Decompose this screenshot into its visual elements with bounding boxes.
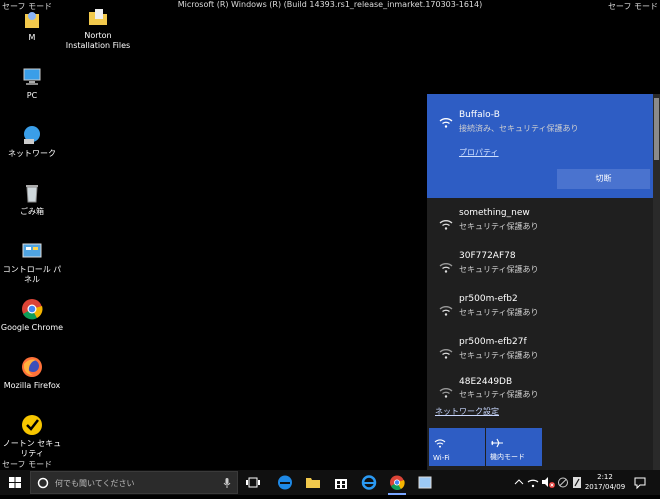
network-name: something_new (459, 208, 530, 218)
network-list-item[interactable]: 30F772AF78 セキュリティ保護あり (427, 243, 653, 285)
airplane-mode-quick-action-label: 機内モード (490, 453, 525, 461)
airplane-mode-quick-action-button[interactable]: 機内モード (486, 428, 542, 466)
task-view-icon (246, 477, 260, 488)
internet-explorer-icon (361, 475, 377, 490)
volume-muted-icon (542, 477, 555, 488)
network-list-item[interactable]: pr500m-efb2 セキュリティ保護あり (427, 286, 653, 328)
network-status: セキュリティ保護あり (459, 308, 539, 317)
scrollbar-thumb[interactable] (654, 98, 659, 160)
wifi-signal-icon (439, 113, 453, 128)
user-folder-icon (21, 8, 43, 30)
taskbar-store-button[interactable] (330, 472, 352, 493)
desktop-icon-network[interactable]: ネットワーク (0, 124, 64, 159)
wifi-signal-icon (439, 383, 453, 398)
safe-mode-label-top-right: セーフ モード (607, 2, 658, 11)
wifi-icon (434, 433, 446, 448)
desktop-icon-norton-installation-files[interactable]: Norton Installation Files (65, 6, 131, 51)
taskbar-internet-explorer-button[interactable] (358, 472, 380, 493)
network-name: pr500m-efb27f (459, 337, 527, 347)
desktop-icon-control-panel[interactable]: コントロール パネル (0, 240, 64, 285)
blocked-icon (558, 477, 568, 488)
control-panel-icon (21, 240, 43, 262)
microphone-icon[interactable] (223, 477, 231, 489)
network-name: 30F772AF78 (459, 251, 516, 261)
windows-logo-icon (9, 477, 21, 488)
network-status: セキュリティ保護あり (459, 222, 539, 231)
airplane-icon (491, 433, 503, 448)
clock-time[interactable]: 2:12 (585, 473, 625, 481)
wifi-signal-icon (439, 344, 453, 359)
recycle-bin-icon (21, 182, 43, 204)
desktop-icon-mozilla-firefox[interactable]: Mozilla Firefox (0, 356, 64, 391)
network-flyout: Buffalo-B 接続済み、セキュリティ保護あり プロパティ 切断 somet… (427, 94, 660, 470)
properties-link[interactable]: プロパティ (459, 147, 499, 158)
app-window-icon (418, 476, 432, 489)
desktop-icon-google-chrome[interactable]: Google Chrome (0, 298, 64, 333)
store-icon (335, 479, 347, 489)
network-settings-link[interactable]: ネットワーク設定 (435, 406, 499, 417)
edge-icon (278, 475, 292, 490)
norton-icon (21, 414, 43, 436)
wifi-signal-icon (439, 258, 453, 273)
desktop-icon-m[interactable]: M (0, 8, 64, 43)
desktop-icon-norton-security[interactable]: ノートン セキュリティ (0, 414, 64, 459)
wifi-icon (527, 479, 539, 488)
start-button[interactable] (0, 470, 30, 495)
firefox-icon (21, 356, 43, 378)
wifi-signal-icon (439, 215, 453, 230)
chrome-icon (21, 298, 43, 320)
file-explorer-icon (306, 478, 320, 488)
desktop-icon-recycle-bin[interactable]: ごみ箱 (0, 182, 64, 217)
taskbar-chrome-button[interactable] (386, 472, 408, 495)
tray-status-button[interactable] (556, 470, 570, 495)
network-status: セキュリティ保護あり (459, 265, 539, 274)
show-hidden-icons-button[interactable] (512, 470, 526, 495)
network-status: セキュリティ保護あり (459, 351, 539, 360)
folder-icon (87, 6, 109, 28)
chevron-up-icon (514, 479, 524, 485)
clock-date[interactable]: 2017/04/09 (580, 483, 630, 491)
tray-volume-button[interactable] (540, 470, 556, 495)
network-status: セキュリティ保護あり (459, 390, 539, 399)
taskbar-file-explorer-button[interactable] (302, 472, 324, 493)
chrome-icon (390, 475, 405, 491)
active-network-panel[interactable]: Buffalo-B 接続済み、セキュリティ保護あり プロパティ 切断 (427, 94, 653, 198)
active-network-name: Buffalo-B (459, 110, 500, 120)
network-name: 48E2449DB (459, 377, 513, 387)
network-list-scrollbar[interactable] (653, 94, 660, 470)
network-list-item[interactable]: something_new セキュリティ保護あり (427, 200, 653, 242)
network-icon (21, 124, 43, 146)
notification-icon (634, 477, 646, 490)
taskbar-pinned-app-button[interactable] (414, 472, 436, 493)
network-name: pr500m-efb2 (459, 294, 518, 304)
tray-network-button[interactable] (526, 470, 540, 495)
cortana-circle-icon (37, 477, 49, 489)
taskbar-edge-button[interactable] (274, 472, 296, 493)
search-placeholder: 何でも聞いてください (55, 479, 135, 488)
taskbar: 何でも聞いてください 2:12 2017/04/09 (0, 470, 660, 495)
action-center-button[interactable] (632, 470, 648, 495)
disconnect-button[interactable]: 切断 (557, 169, 650, 189)
safe-mode-label-bottom-left: セーフ モード (2, 460, 53, 469)
computer-icon (21, 66, 43, 88)
wifi-quick-action-label: Wi-Fi (433, 454, 450, 462)
wifi-quick-action-button[interactable]: Wi-Fi (429, 428, 485, 466)
network-list-item[interactable]: pr500m-efb27f セキュリティ保護あり (427, 329, 653, 371)
wifi-signal-icon (439, 301, 453, 316)
desktop-icon-pc[interactable]: PC (0, 66, 64, 101)
task-view-button[interactable] (242, 472, 264, 493)
cortana-search-box[interactable]: 何でも聞いてください (30, 471, 238, 494)
active-network-status: 接続済み、セキュリティ保護あり (459, 124, 579, 133)
